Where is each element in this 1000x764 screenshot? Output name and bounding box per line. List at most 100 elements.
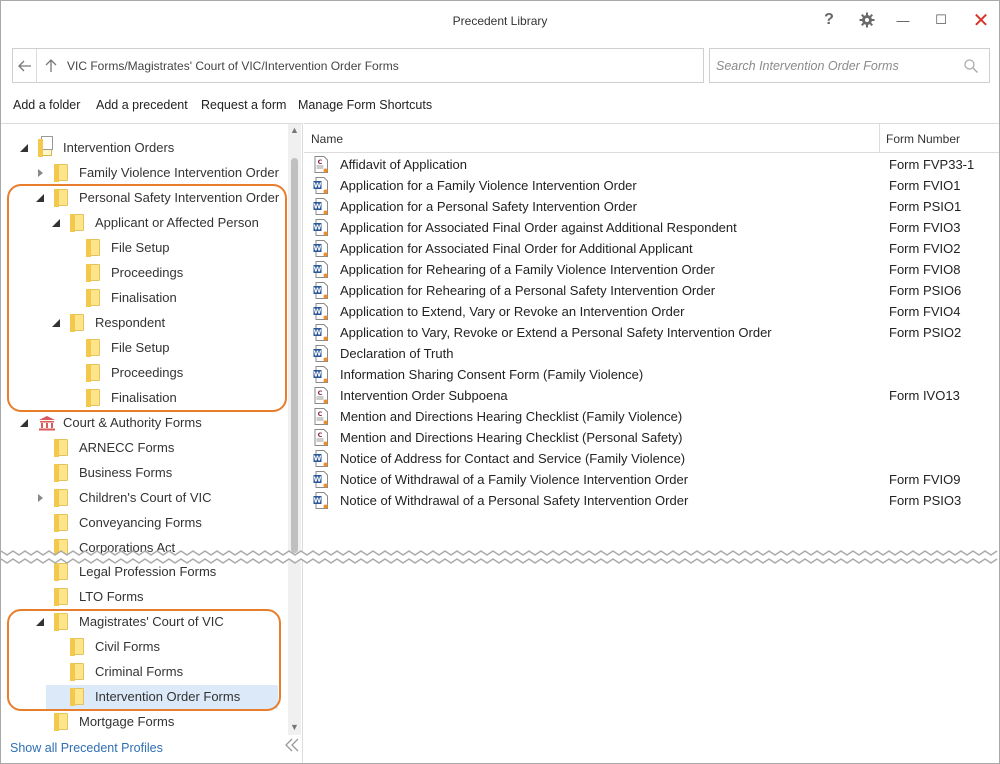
tree-item[interactable]: Conveyancing Forms — [1, 511, 285, 535]
tree-item[interactable]: ARNECC Forms — [1, 436, 285, 460]
expanded-triangle-icon[interactable] — [18, 417, 30, 429]
tree-item[interactable]: Respondent — [1, 311, 285, 335]
svg-text:W: W — [314, 455, 322, 463]
back-button[interactable] — [13, 49, 37, 82]
precedent-name: Mention and Directions Hearing Checklist… — [340, 409, 683, 424]
form-number: Form FVIO8 — [889, 262, 961, 277]
list-item[interactable]: W Application for a Personal Safety Inter… — [304, 196, 999, 217]
close-button[interactable]: ✕ — [967, 9, 995, 32]
list-item[interactable]: W Application for Rehearing of a Personal… — [304, 280, 999, 301]
tree-item[interactable]: File Setup — [1, 336, 285, 360]
tree-item[interactable]: Corporations Act — [1, 536, 285, 560]
list-item[interactable]: W Application to Extend, Vary or Revoke a… — [304, 301, 999, 322]
tree-item-label: Mortgage Forms — [79, 714, 175, 729]
minimize-button[interactable]: — — [889, 9, 917, 31]
scroll-down-icon[interactable]: ▼ — [290, 723, 299, 732]
tree-item[interactable]: Finalisation — [1, 386, 285, 410]
column-header-name[interactable]: Name — [311, 132, 343, 146]
word-doc-icon: W — [313, 366, 328, 383]
tree-item[interactable]: File Setup — [1, 236, 285, 260]
list-item[interactable]: C Intervention Order Subpoena Form IVO13 — [304, 385, 999, 406]
search-box[interactable] — [709, 48, 990, 83]
column-separator[interactable] — [879, 124, 880, 153]
scroll-thumb[interactable] — [291, 158, 298, 553]
tree-item-label: File Setup — [111, 340, 170, 355]
precedent-name: Notice of Address for Contact and Servic… — [340, 451, 686, 466]
tree-item[interactable]: Civil Forms — [1, 635, 285, 659]
arrow-left-icon — [17, 60, 31, 71]
list-item[interactable]: C Mention and Directions Hearing Checklis… — [304, 406, 999, 427]
tree-item[interactable]: Intervention Order Forms — [46, 685, 278, 709]
list-item[interactable]: W Notice of Withdrawal of a Family Violen… — [304, 469, 999, 490]
tree-item[interactable]: Proceedings — [1, 361, 285, 385]
precedent-name: Application for Rehearing of a Personal … — [340, 283, 716, 298]
list-item[interactable]: W Notice of Withdrawal of a Personal Safe… — [304, 490, 999, 511]
double-chevron-left-icon — [285, 738, 299, 752]
list-item[interactable]: W Application to Vary, Revoke or Extend a… — [304, 322, 999, 343]
tree-item[interactable]: Personal Safety Intervention Order — [1, 186, 285, 210]
list-item[interactable]: W Application for Rehearing of a Family V… — [304, 259, 999, 280]
list-item[interactable]: W Application for Associated Final Order … — [304, 217, 999, 238]
collapsed-triangle-icon[interactable] — [34, 492, 46, 504]
tree-scrollbar[interactable]: ▲ ▼ — [288, 124, 301, 735]
list-item[interactable]: W Application for Associated Final Order … — [304, 238, 999, 259]
form-number: Form PSIO3 — [889, 493, 962, 508]
form-number: Form FVIO4 — [889, 304, 961, 319]
help-button[interactable]: ? — [815, 9, 843, 31]
up-button[interactable] — [41, 49, 61, 82]
request-form-button[interactable]: Request a form — [201, 98, 286, 112]
precedent-library-window: Precedent Library ? — ☐ ✕ VIC Forms/Magi… — [0, 0, 1000, 764]
show-all-profiles-link[interactable]: Show all Precedent Profiles — [10, 741, 163, 755]
column-header-form-number[interactable]: Form Number — [886, 132, 960, 146]
list-item[interactable]: W Application for a Family Violence Inter… — [304, 175, 999, 196]
svg-text:W: W — [314, 287, 322, 295]
folder-icon — [54, 539, 68, 557]
settings-button[interactable] — [853, 9, 881, 31]
doc-folder-icon — [38, 136, 53, 157]
list-item[interactable]: W Notice of Address for Contact and Servi… — [304, 448, 999, 469]
search-input[interactable] — [716, 57, 956, 75]
scroll-up-icon[interactable]: ▲ — [290, 126, 299, 135]
add-precedent-button[interactable]: Add a precedent — [96, 98, 188, 112]
folder-icon — [54, 514, 68, 532]
tree-item[interactable]: LTO Forms — [1, 585, 285, 609]
search-icon[interactable] — [963, 58, 979, 74]
tree-item[interactable]: Court & Authority Forms — [1, 411, 285, 435]
tree-item[interactable]: Finalisation — [1, 286, 285, 310]
command-bar: Add a folder Add a precedent Request a f… — [1, 96, 999, 116]
tree-item[interactable]: Magistrates' Court of VIC — [1, 610, 285, 634]
tree-item[interactable]: Mortgage Forms — [1, 710, 285, 734]
tree-item[interactable]: Children's Court of VIC — [1, 486, 285, 510]
court-form-icon: C — [314, 408, 328, 425]
tree-item[interactable]: Legal Profession Forms — [1, 560, 285, 584]
folder-icon — [54, 613, 68, 631]
expanded-triangle-icon[interactable] — [50, 317, 62, 329]
collapsed-triangle-icon[interactable] — [34, 167, 46, 179]
expanded-triangle-icon[interactable] — [34, 616, 46, 628]
tree-item[interactable]: Family Violence Intervention Order — [1, 161, 285, 185]
tree-item[interactable]: Applicant or Affected Person — [1, 211, 285, 235]
expanded-triangle-icon[interactable] — [18, 142, 30, 154]
svg-text:W: W — [314, 203, 322, 211]
arrow-up-icon — [45, 58, 57, 72]
tree-item[interactable]: Proceedings — [1, 261, 285, 285]
collapse-pane-button[interactable] — [284, 738, 302, 758]
maximize-button[interactable]: ☐ — [927, 9, 955, 31]
expanded-triangle-icon[interactable] — [34, 192, 46, 204]
list-item[interactable]: W Declaration of Truth — [304, 343, 999, 364]
list-item[interactable]: C Mention and Directions Hearing Checklis… — [304, 427, 999, 448]
court-form-icon: C — [314, 429, 328, 446]
word-doc-icon: W — [313, 471, 328, 488]
tree-item[interactable]: Intervention Orders — [1, 136, 285, 160]
precedent-name: Information Sharing Consent Form (Family… — [340, 367, 644, 382]
list-item[interactable]: W Information Sharing Consent Form (Famil… — [304, 364, 999, 385]
tree-item[interactable]: Criminal Forms — [1, 660, 285, 684]
expanded-triangle-icon[interactable] — [50, 217, 62, 229]
manage-form-shortcuts-button[interactable]: Manage Form Shortcuts — [298, 98, 432, 112]
tree-item-label: Finalisation — [111, 390, 177, 405]
add-folder-button[interactable]: Add a folder — [13, 98, 80, 112]
address-bar[interactable]: VIC Forms/Magistrates' Court of VIC/Inte… — [12, 48, 704, 83]
tree-item[interactable]: Business Forms — [1, 461, 285, 485]
list-item[interactable]: C Affidavit of Application Form FVP33-1 — [304, 154, 999, 175]
precedent-list: Name Form Number C Affidavit of Applicati… — [304, 123, 999, 763]
